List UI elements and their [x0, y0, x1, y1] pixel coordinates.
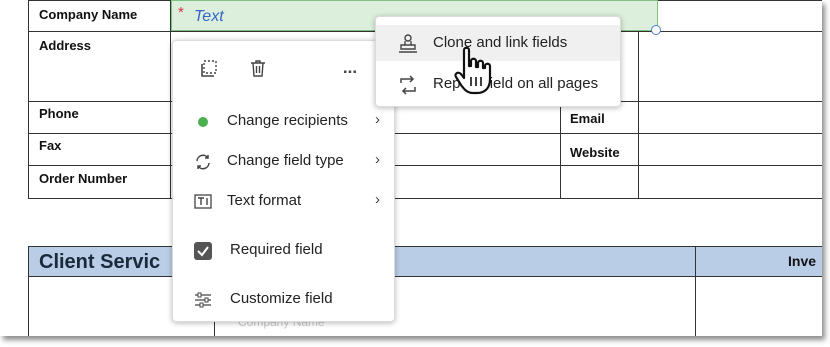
clone-link-icon — [396, 33, 420, 55]
order-number-label: Order Number — [39, 171, 128, 186]
right-section-title: Inve — [788, 253, 817, 269]
menu-item-change-recipients[interactable]: Change recipients › — [173, 103, 394, 139]
menu-item-label: Change field type — [227, 152, 344, 169]
table-line — [560, 101, 561, 198]
convert-icon — [193, 152, 213, 172]
website-label: Website — [570, 145, 620, 160]
phone-label: Phone — [39, 106, 79, 121]
text-format-icon — [193, 192, 213, 212]
email-label: Email — [570, 111, 605, 126]
menu-item-label: Required field — [230, 241, 323, 258]
menu-item-required-field[interactable]: Required field — [173, 232, 394, 268]
right-section-header: Inve — [695, 246, 822, 277]
table-line — [28, 165, 822, 166]
repeat-icon — [396, 74, 420, 96]
hand-pointer-icon — [454, 46, 492, 95]
menu-item-customize-field[interactable]: Customize field — [173, 281, 394, 317]
table-line — [695, 277, 696, 336]
document-page: Company Name Address Phone Fax Order Num… — [0, 0, 822, 336]
company-name-label: Company Name — [39, 7, 138, 22]
menu-item-text-format[interactable]: Text format › — [173, 183, 394, 219]
table-line — [638, 31, 639, 198]
fax-label: Fax — [39, 138, 62, 153]
menu-item-label: Change recipients — [227, 112, 348, 129]
checkbox-checked-icon — [193, 241, 213, 261]
menu-toolbar: ... — [173, 41, 394, 97]
chevron-right-icon: › — [375, 151, 380, 168]
green-dot-icon — [193, 112, 213, 132]
menu-item-label: Customize field — [230, 290, 333, 307]
address-label: Address — [39, 38, 92, 53]
required-asterisk: * — [178, 4, 184, 21]
trash-icon[interactable] — [247, 57, 269, 79]
chevron-right-icon: › — [375, 111, 380, 128]
resize-handle[interactable] — [651, 25, 661, 35]
field-placeholder-text: Text — [194, 8, 224, 25]
submenu-item-clone-link[interactable]: Clone and link fields — [376, 25, 620, 61]
table-line — [28, 133, 822, 134]
submenu-item-repeat-field[interactable]: Repeat field on all pages — [376, 66, 620, 102]
sliders-icon — [193, 290, 213, 310]
table-line — [28, 0, 29, 198]
chevron-right-icon: › — [375, 191, 380, 208]
select-icon[interactable] — [199, 57, 221, 79]
more-options-submenu: Clone and link fields Repeat field on al… — [375, 16, 621, 107]
field-context-menu: ... Change recipients › Change field typ… — [172, 40, 395, 322]
menu-item-change-field-type[interactable]: Change field type › — [173, 143, 394, 179]
table-line — [28, 277, 29, 336]
table-line — [28, 198, 822, 199]
client-services-title: Client Servic — [39, 251, 161, 273]
more-options-icon[interactable]: ... — [339, 57, 361, 79]
menu-item-label: Text format — [227, 192, 302, 209]
